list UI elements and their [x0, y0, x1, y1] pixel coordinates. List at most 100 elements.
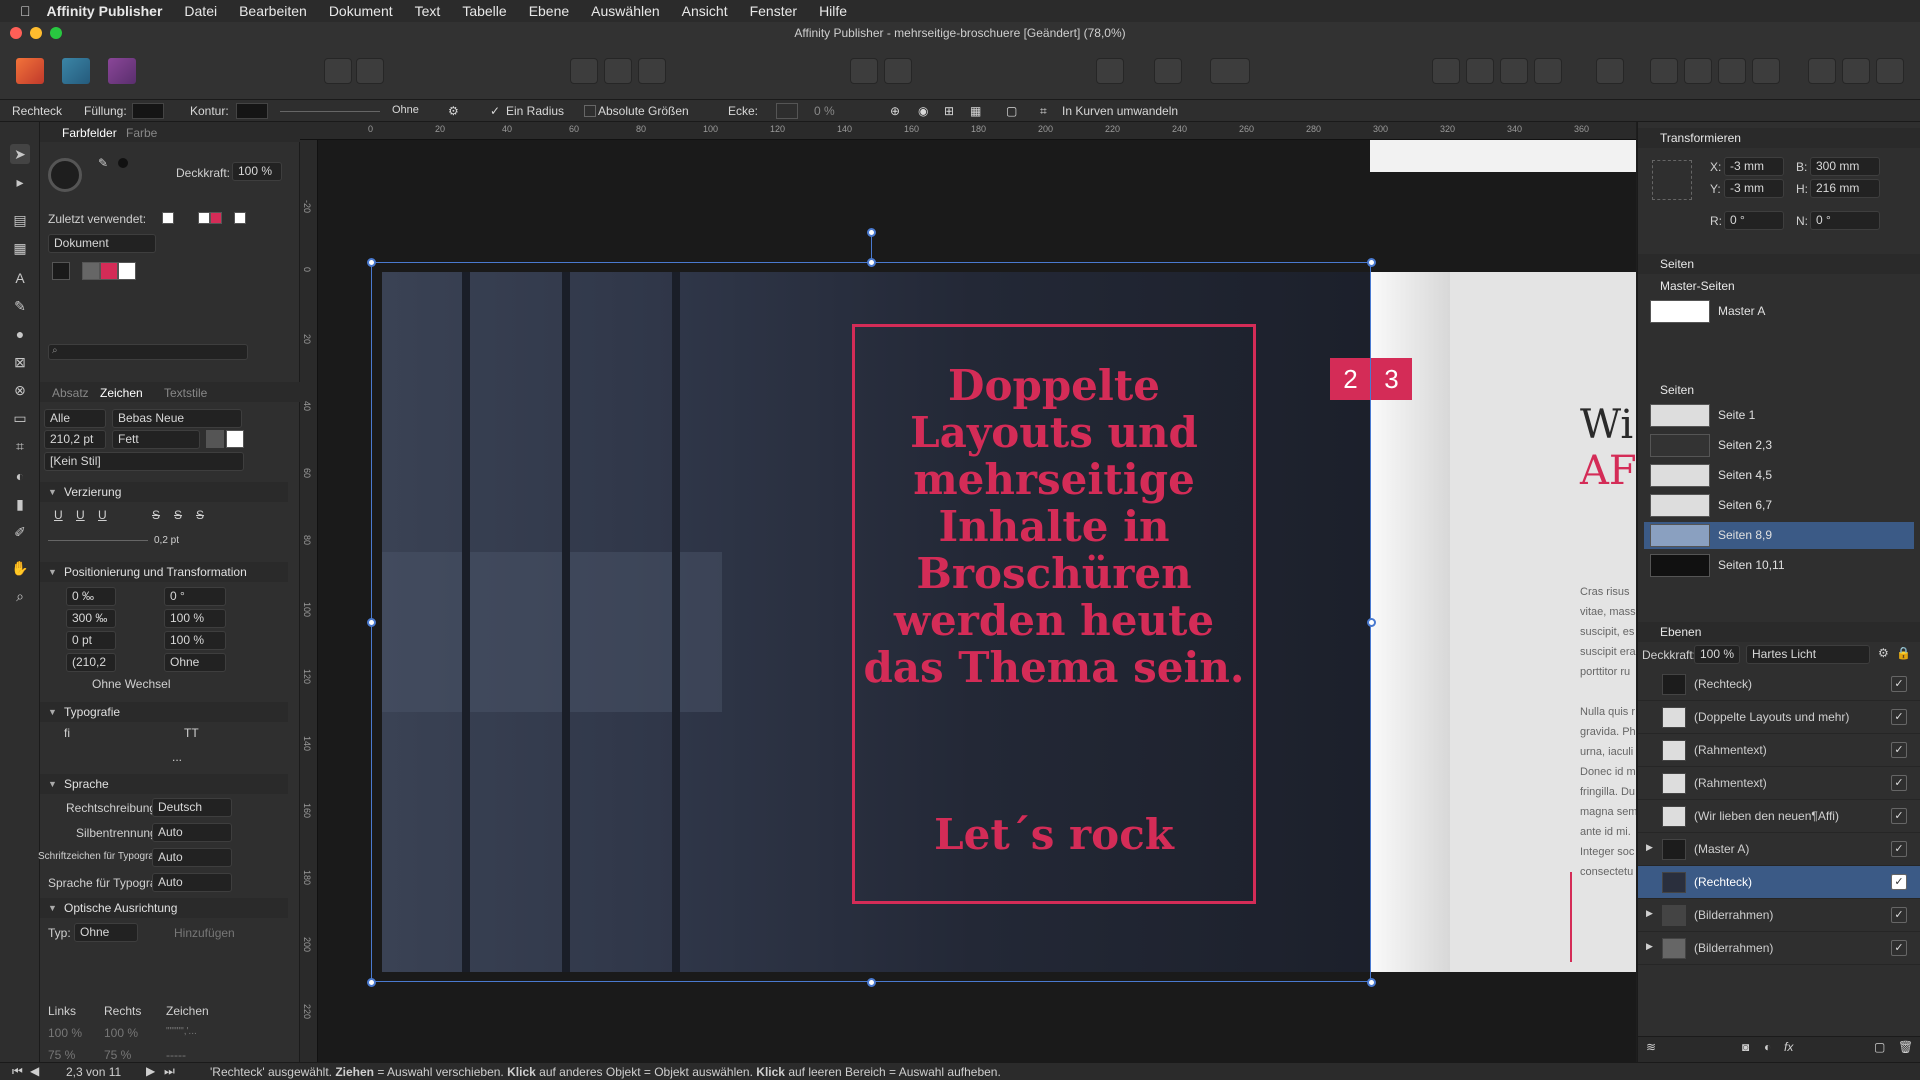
- kerning-field[interactable]: 300 ‰: [66, 609, 116, 628]
- place-image-icon[interactable]: ▭: [10, 408, 30, 428]
- corner-type-select[interactable]: [776, 103, 798, 119]
- underline-weight-value[interactable]: 0,2 pt: [154, 535, 179, 546]
- layer-row[interactable]: ▶ (Bilderrahmen) ✓: [1638, 932, 1920, 965]
- rotation-field[interactable]: 0 °: [1724, 211, 1784, 230]
- picture-frame-icon[interactable]: ⊠: [10, 352, 30, 372]
- visibility-checkbox[interactable]: ✓: [1891, 676, 1907, 692]
- blend-mode-select[interactable]: Hartes Licht: [1746, 645, 1870, 664]
- flip-vertical-icon[interactable]: [1684, 58, 1712, 84]
- expand-arrow-icon[interactable]: ▶: [1646, 941, 1653, 952]
- designer-persona-icon[interactable]: [62, 58, 90, 84]
- snap-grid-icon[interactable]: ▦: [970, 104, 981, 118]
- page-row-1[interactable]: Seite 1: [1644, 402, 1914, 429]
- optical-cell[interactable]: 75 %: [104, 1048, 131, 1062]
- transform-icon[interactable]: ⊞: [944, 104, 954, 118]
- page-row-10-11[interactable]: Seiten 10,11: [1644, 552, 1914, 579]
- move-front-icon[interactable]: [1534, 58, 1562, 84]
- tab-color[interactable]: Farbe: [126, 126, 157, 140]
- settings-gear-icon[interactable]: ⚙: [448, 104, 459, 118]
- visibility-checkbox[interactable]: ✓: [1891, 742, 1907, 758]
- swatch-black[interactable]: [52, 262, 70, 280]
- convert-curves-icon[interactable]: ▢: [1006, 104, 1017, 118]
- layers-stack-icon[interactable]: ≋: [1646, 1040, 1656, 1054]
- artistic-text-icon[interactable]: A: [10, 268, 30, 288]
- recent-swatch[interactable]: [234, 212, 246, 224]
- pen-tool-icon[interactable]: ✎: [10, 296, 30, 316]
- font-collection-select[interactable]: Alle Schr...: [44, 409, 106, 442]
- layers-panel-title[interactable]: Ebenen: [1638, 622, 1920, 642]
- optical-cell[interactable]: 75 %: [48, 1048, 75, 1062]
- page-row-8-9-selected[interactable]: Seiten 8,9: [1644, 522, 1914, 549]
- share-icon[interactable]: [324, 58, 352, 84]
- app-menu[interactable]: Affinity Publisher: [47, 3, 163, 19]
- color-picker-icon[interactable]: ✐: [10, 522, 30, 542]
- resize-handle-s[interactable]: [867, 978, 876, 987]
- more-typography-button[interactable]: ...: [172, 750, 182, 764]
- rotate-handle[interactable]: [867, 228, 876, 237]
- strikethrough-alt-icon[interactable]: S: [196, 508, 204, 522]
- first-page-icon[interactable]: ⏮: [12, 1064, 23, 1079]
- layer-row[interactable]: ▶ (Master A) ✓: [1638, 833, 1920, 866]
- photo-persona-icon[interactable]: [108, 58, 136, 84]
- layer-row[interactable]: (Rechteck) ✓: [1638, 668, 1920, 701]
- layer-row[interactable]: (Rahmentext) ✓: [1638, 767, 1920, 800]
- selection-bounding-box[interactable]: [371, 262, 1371, 982]
- menu-text[interactable]: Text: [415, 3, 441, 19]
- layer-settings-gear-icon[interactable]: ⚙: [1878, 646, 1889, 660]
- black-dot[interactable]: [118, 158, 128, 168]
- opacity-field[interactable]: 100 %: [232, 162, 282, 181]
- character-style-select[interactable]: [Kein Stil]: [44, 452, 244, 471]
- optical-section[interactable]: Optische Ausrichtung: [40, 898, 288, 918]
- shear-field[interactable]: 0 °: [1810, 211, 1880, 230]
- right-body-text[interactable]: Cras risus vitae, mass suscipit, es suscipi…: [1580, 542, 1636, 922]
- recent-swatch[interactable]: [162, 212, 174, 224]
- convert-to-curves-button[interactable]: In Kurven umwandeln: [1062, 104, 1178, 118]
- small-caps-icon[interactable]: TT: [184, 726, 199, 740]
- positioning-section[interactable]: Positionierung und Transformation: [40, 562, 288, 582]
- visibility-checkbox[interactable]: ✓: [1891, 709, 1907, 725]
- text-wrap-icon[interactable]: [884, 58, 912, 84]
- master-pages-header[interactable]: Master-Seiten: [1638, 276, 1920, 296]
- resize-handle-n[interactable]: [867, 258, 876, 267]
- resize-handle-w[interactable]: [367, 618, 376, 627]
- target-icon[interactable]: ⊕: [890, 104, 900, 118]
- page-indicator[interactable]: 2,3 von 11: [66, 1065, 121, 1079]
- move-tool-icon[interactable]: ➤: [10, 144, 30, 164]
- recent-swatch[interactable]: [210, 212, 222, 224]
- visibility-checkbox[interactable]: ✓: [1891, 874, 1907, 890]
- menu-dokument[interactable]: Dokument: [329, 3, 393, 19]
- shear-field[interactable]: 0 °: [164, 587, 226, 606]
- underline-weight-slider[interactable]: [48, 540, 148, 541]
- right-heading-2[interactable]: AF: [1580, 448, 1636, 494]
- add-layer-icon[interactable]: ▢: [1874, 1040, 1885, 1054]
- master-page-row[interactable]: Master A: [1644, 298, 1914, 325]
- move-forward-icon[interactable]: [1500, 58, 1528, 84]
- visibility-checkbox[interactable]: ✓: [1891, 940, 1907, 956]
- resize-handle-nw[interactable]: [367, 258, 376, 267]
- pages-header[interactable]: Seiten: [1638, 380, 1920, 400]
- width-field[interactable]: 300 mm: [1810, 157, 1880, 176]
- fill-stroke-well[interactable]: [48, 158, 82, 192]
- swatch-white[interactable]: [118, 262, 136, 280]
- preflight-icon[interactable]: [1096, 58, 1124, 84]
- x-field[interactable]: -3 mm: [1724, 157, 1784, 176]
- text-bg-swatch[interactable]: [226, 430, 244, 448]
- baseline-field[interactable]: 0 pt: [66, 631, 116, 650]
- close-window-button[interactable]: [10, 27, 22, 39]
- resize-handle-ne[interactable]: [1367, 258, 1376, 267]
- layer-row[interactable]: (Rahmentext) ✓: [1638, 734, 1920, 767]
- palette-select[interactable]: Dokument: [48, 234, 156, 253]
- ligatures-icon[interactable]: fi: [64, 726, 70, 740]
- page-row-6-7[interactable]: Seiten 6,7: [1644, 492, 1914, 519]
- tracking-field[interactable]: 0 ‰: [66, 587, 116, 606]
- eye-icon[interactable]: ◉: [918, 104, 928, 118]
- move-back-icon[interactable]: [1432, 58, 1460, 84]
- menu-ebene[interactable]: Ebene: [529, 3, 569, 19]
- underline-icon[interactable]: U: [54, 508, 63, 522]
- frame-text-icon[interactable]: ▤: [10, 210, 30, 230]
- layer-opacity-field[interactable]: 100 %: [1694, 645, 1740, 664]
- resize-handle-se[interactable]: [1367, 978, 1376, 987]
- snapping-icon[interactable]: [1210, 58, 1250, 84]
- clip-icon[interactable]: [638, 58, 666, 84]
- assistant-icon[interactable]: [356, 58, 384, 84]
